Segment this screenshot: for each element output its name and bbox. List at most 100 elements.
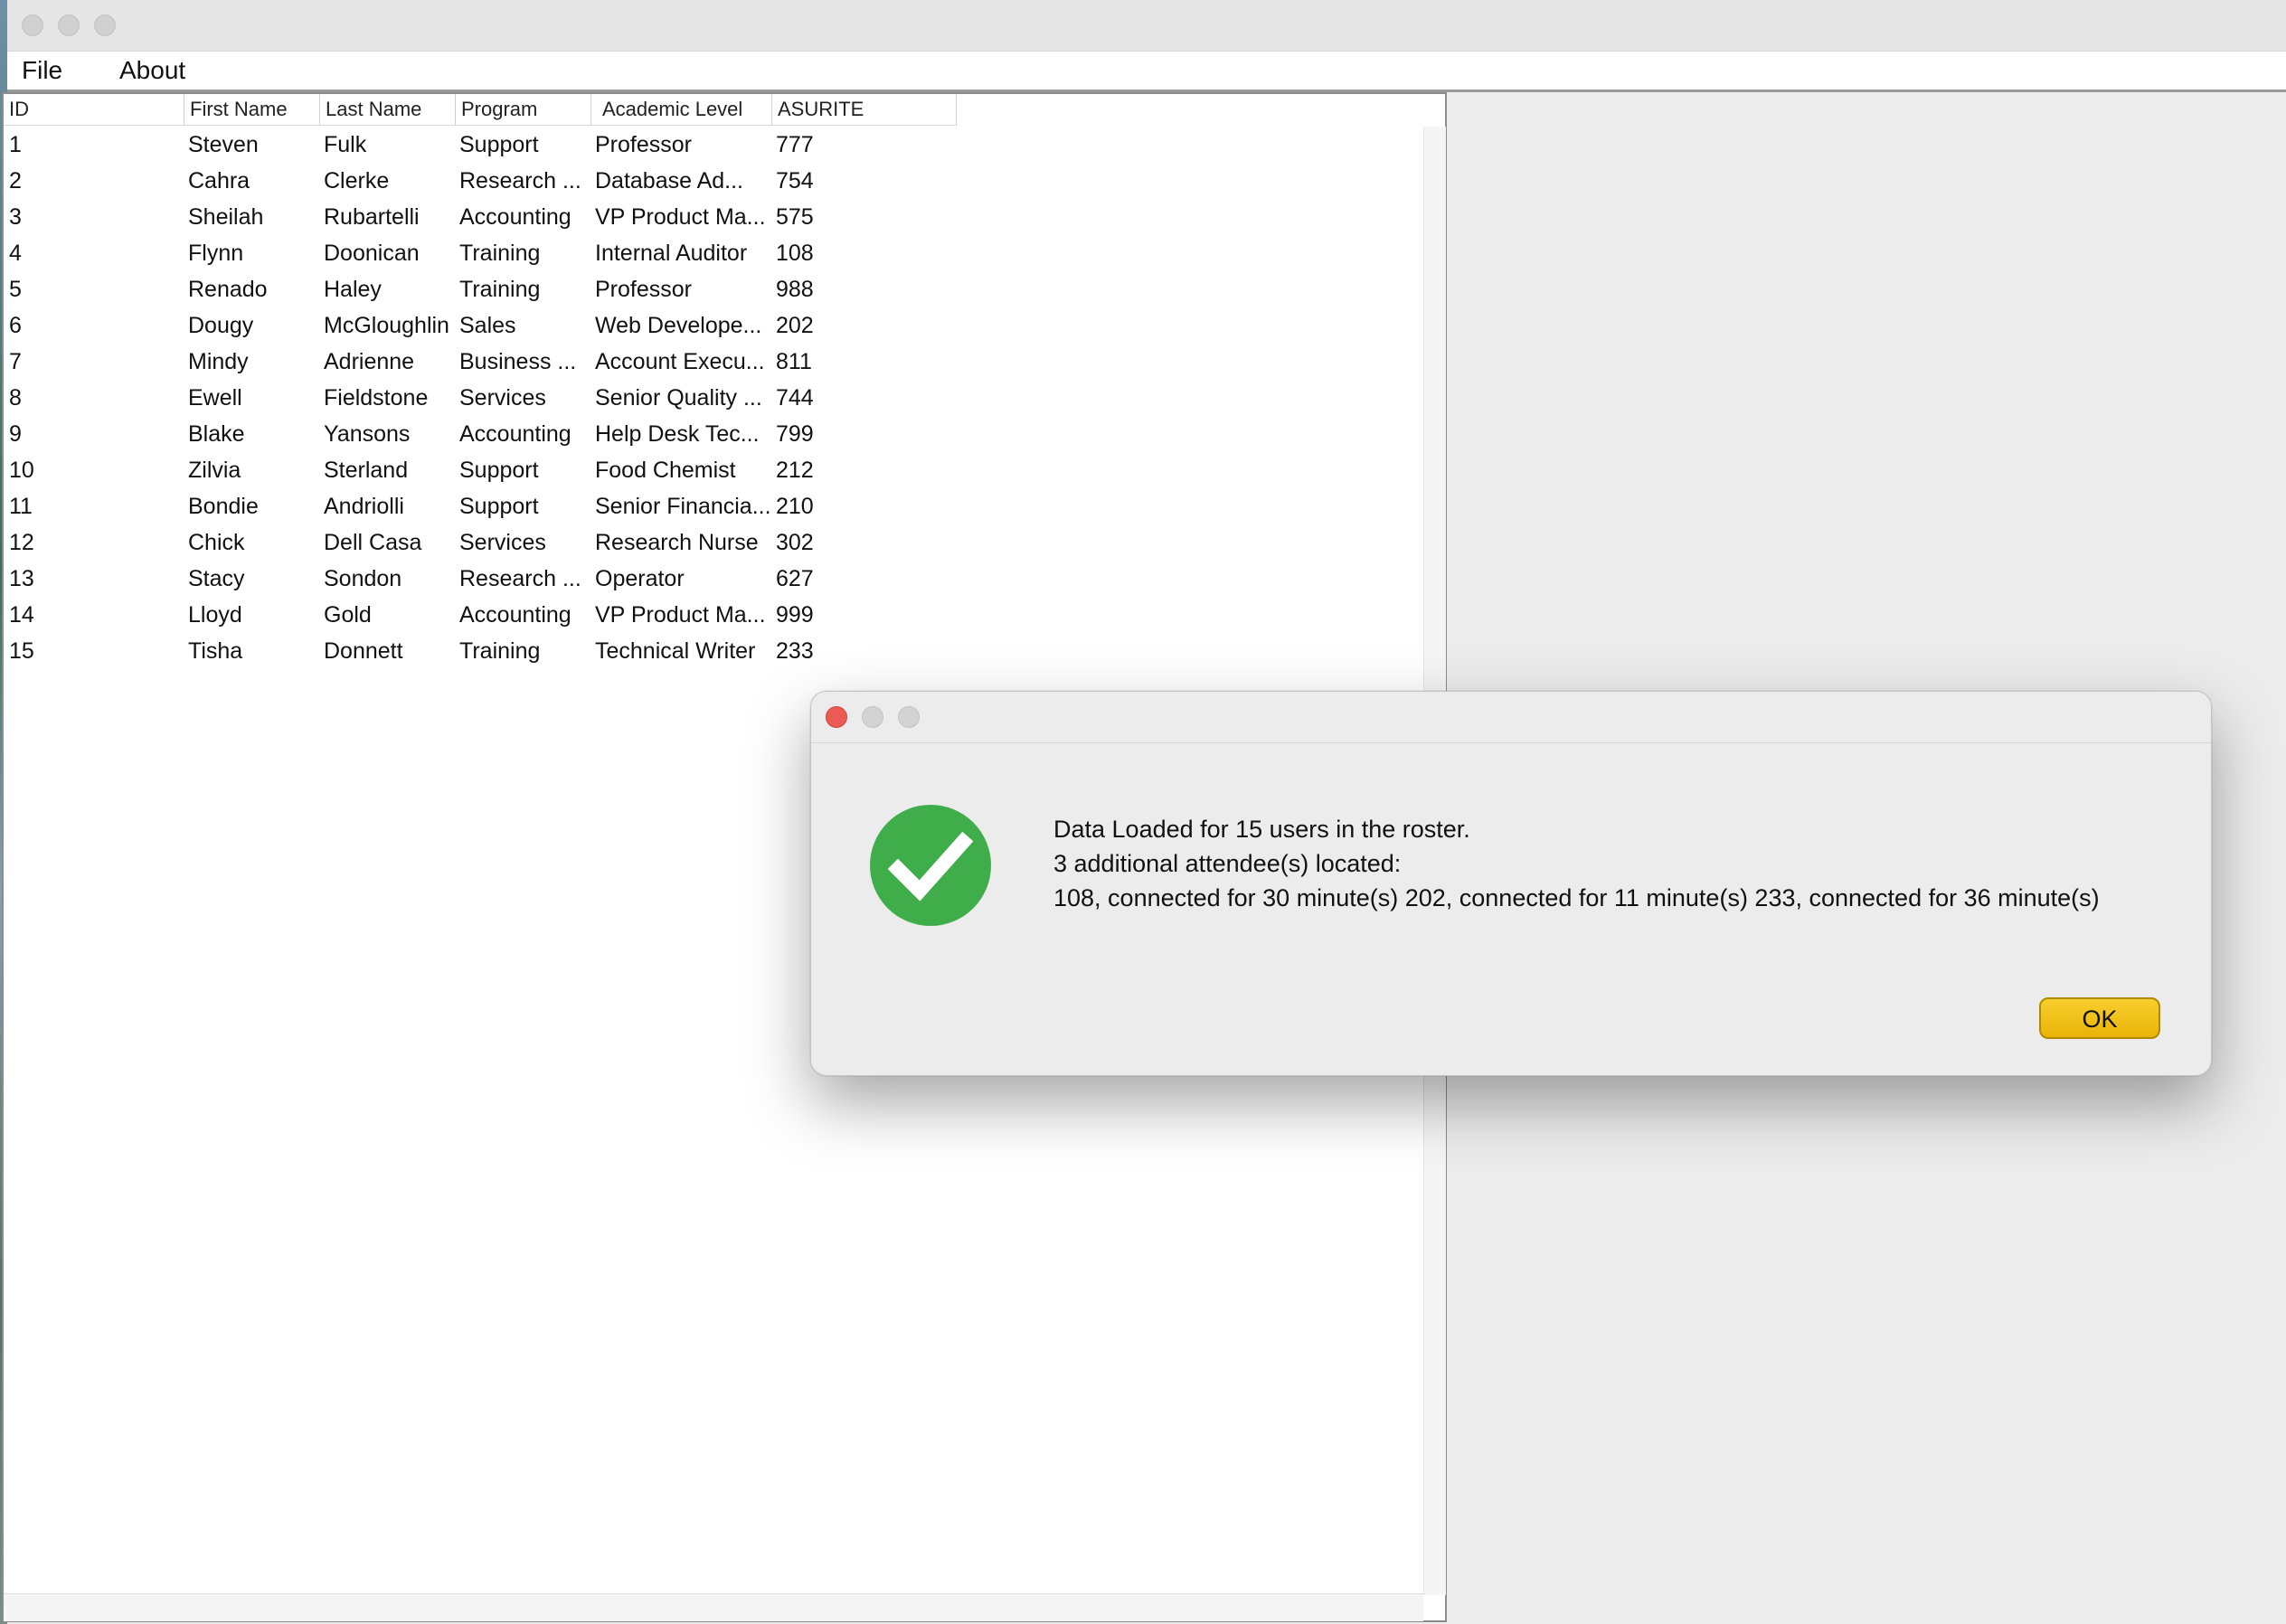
- cell-academic-level: Research Nurse: [595, 530, 759, 555]
- cell-last-name: Doonican: [324, 241, 420, 266]
- cell-asurite: 811: [776, 349, 812, 374]
- table-row[interactable]: 13 Stacy Sondon Research ... Operator 62…: [4, 561, 1414, 597]
- table-row[interactable]: 1 Steven Fulk Support Professor 777: [4, 127, 1414, 163]
- cell-asurite: 575: [776, 204, 814, 230]
- cell-program: Research ...: [459, 566, 581, 591]
- cell-id: 12: [9, 530, 34, 555]
- cell-id: 8: [9, 385, 22, 411]
- cell-first-name: Bondie: [188, 494, 259, 519]
- cell-program: Sales: [459, 313, 516, 338]
- cell-first-name: Renado: [188, 277, 268, 302]
- cell-asurite: 744: [776, 385, 814, 411]
- table-row[interactable]: 9 Blake Yansons Accounting Help Desk Tec…: [4, 416, 1414, 452]
- cell-asurite: 799: [776, 421, 814, 447]
- cell-id: 3: [9, 204, 22, 230]
- cell-last-name: Andriolli: [324, 494, 404, 519]
- table-row[interactable]: 15 Tisha Donnett Training Technical Writ…: [4, 633, 1414, 669]
- cell-last-name: Haley: [324, 277, 382, 302]
- cell-first-name: Blake: [188, 421, 245, 447]
- cell-academic-level: Professor: [595, 277, 692, 302]
- column-header-first-name[interactable]: First Name: [184, 94, 320, 125]
- cell-last-name: Sondon: [324, 566, 402, 591]
- cell-academic-level: Help Desk Tec...: [595, 421, 760, 447]
- cell-id: 11: [9, 494, 33, 519]
- cell-asurite: 777: [776, 132, 814, 157]
- column-header-asurite[interactable]: ASURITE: [772, 94, 957, 125]
- cell-last-name: Yansons: [324, 421, 411, 447]
- dialog-message-line: 3 additional attendee(s) located:: [1053, 850, 1402, 877]
- cell-asurite: 212: [776, 458, 814, 483]
- window-titlebar[interactable]: [7, 0, 2286, 52]
- table-row[interactable]: 3 Sheilah Rubartelli Accounting VP Produ…: [4, 199, 1414, 235]
- cell-last-name: Fulk: [324, 132, 367, 157]
- cell-id: 1: [9, 132, 22, 157]
- cell-program: Services: [459, 385, 546, 411]
- table-row[interactable]: 11 Bondie Andriolli Support Senior Finan…: [4, 488, 1414, 524]
- dialog-zoom-button[interactable]: [898, 706, 920, 728]
- cell-program: Business ...: [459, 349, 577, 374]
- column-header-program[interactable]: Program: [456, 94, 591, 125]
- ok-button[interactable]: OK: [2039, 997, 2160, 1039]
- table-row[interactable]: 8 Ewell Fieldstone Services Senior Quali…: [4, 380, 1414, 416]
- table-row[interactable]: 2 Cahra Clerke Research ... Database Ad.…: [4, 163, 1414, 199]
- message-dialog: Data Loaded for 15 users in the roster. …: [810, 691, 2212, 1076]
- cell-first-name: Tisha: [188, 638, 243, 664]
- cell-academic-level: VP Product Ma...: [595, 204, 766, 230]
- column-header-last-name[interactable]: Last Name: [320, 94, 456, 125]
- cell-first-name: Chick: [188, 530, 245, 555]
- cell-asurite: 202: [776, 313, 814, 338]
- dialog-close-button[interactable]: [826, 706, 847, 728]
- table-row[interactable]: 7 Mindy Adrienne Business ... Account Ex…: [4, 344, 1414, 380]
- zoom-window-button[interactable]: [94, 14, 116, 36]
- column-header-academic-level[interactable]: Academic Level: [591, 94, 772, 125]
- cell-academic-level: Database Ad...: [595, 168, 744, 194]
- cell-id: 13: [9, 566, 34, 591]
- cell-first-name: Steven: [188, 132, 259, 157]
- cell-id: 2: [9, 168, 22, 194]
- dialog-message-line: Data Loaded for 15 users in the roster.: [1053, 816, 1470, 843]
- table-row[interactable]: 4 Flynn Doonican Training Internal Audit…: [4, 235, 1414, 271]
- cell-last-name: Clerke: [324, 168, 390, 194]
- column-header-id[interactable]: ID: [4, 94, 184, 125]
- menu-about[interactable]: About: [119, 55, 185, 86]
- cell-last-name: Gold: [324, 602, 372, 628]
- cell-first-name: Sheilah: [188, 204, 264, 230]
- menu-file[interactable]: File: [22, 55, 62, 86]
- minimize-window-button[interactable]: [58, 14, 80, 36]
- cell-id: 9: [9, 421, 22, 447]
- cell-last-name: Donnett: [324, 638, 403, 664]
- cell-academic-level: Food Chemist: [595, 458, 736, 483]
- dialog-minimize-button[interactable]: [862, 706, 883, 728]
- cell-id: 10: [9, 458, 34, 483]
- cell-last-name: Adrienne: [324, 349, 415, 374]
- cell-last-name: Rubartelli: [324, 204, 420, 230]
- cell-first-name: Ewell: [188, 385, 242, 411]
- cell-asurite: 233: [776, 638, 814, 664]
- horizontal-scrollbar[interactable]: [4, 1593, 1423, 1621]
- checkmark-success-icon: [870, 805, 991, 926]
- cell-academic-level: Senior Financia...: [595, 494, 771, 519]
- cell-id: 7: [9, 349, 22, 374]
- cell-asurite: 627: [776, 566, 814, 591]
- cell-asurite: 754: [776, 168, 814, 194]
- cell-id: 14: [9, 602, 34, 628]
- cell-first-name: Lloyd: [188, 602, 242, 628]
- table-row[interactable]: 5 Renado Haley Training Professor 988: [4, 271, 1414, 307]
- cell-program: Support: [459, 494, 539, 519]
- cell-first-name: Dougy: [188, 313, 254, 338]
- table-row[interactable]: 10 Zilvia Sterland Support Food Chemist …: [4, 452, 1414, 488]
- cell-academic-level: VP Product Ma...: [595, 602, 766, 628]
- cell-program: Support: [459, 458, 539, 483]
- dialog-titlebar[interactable]: [811, 692, 2211, 743]
- cell-academic-level: Technical Writer: [595, 638, 756, 664]
- cell-first-name: Zilvia: [188, 458, 241, 483]
- cell-id: 6: [9, 313, 22, 338]
- dialog-message-line: 108, connected for 30 minute(s) 202, con…: [1053, 884, 2100, 911]
- cell-asurite: 302: [776, 530, 814, 555]
- table-row[interactable]: 14 Lloyd Gold Accounting VP Product Ma..…: [4, 597, 1414, 633]
- table-row[interactable]: 6 Dougy McGloughlin Sales Web Develope..…: [4, 307, 1414, 344]
- cell-program: Accounting: [459, 204, 572, 230]
- table-row[interactable]: 12 Chick Dell Casa Services Research Nur…: [4, 524, 1414, 561]
- close-window-button[interactable]: [22, 14, 43, 36]
- cell-academic-level: Web Develope...: [595, 313, 762, 338]
